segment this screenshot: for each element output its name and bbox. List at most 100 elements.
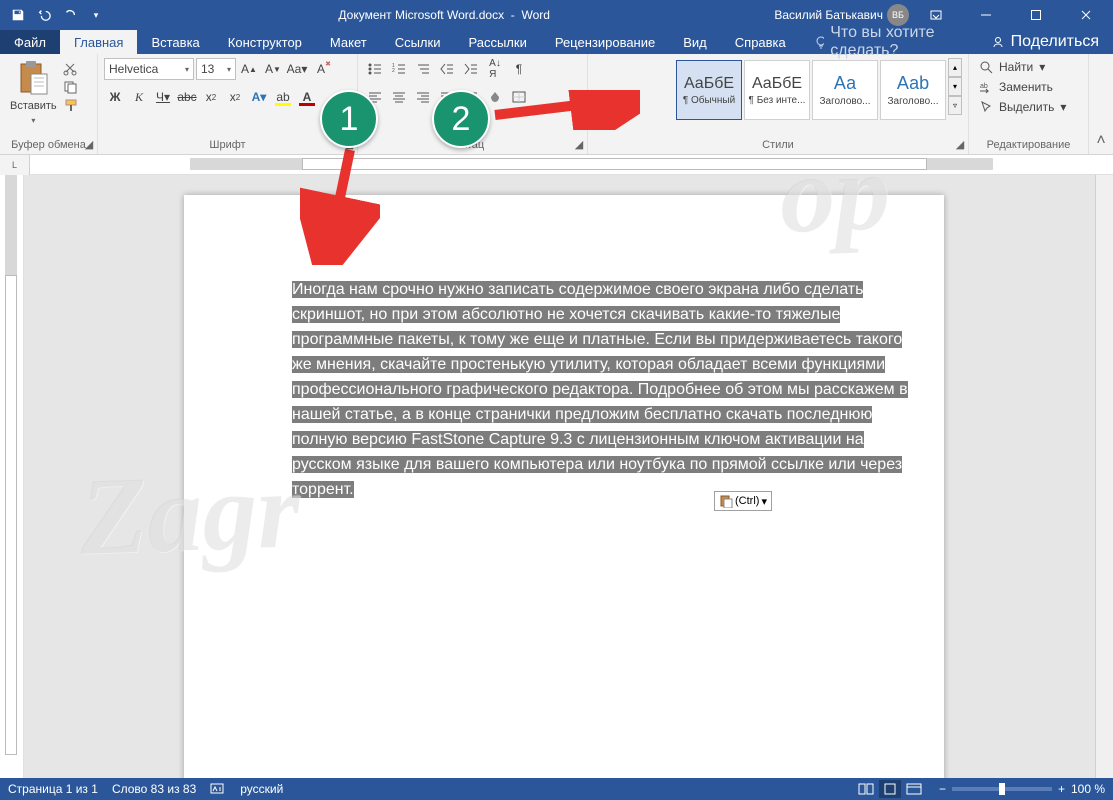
gallery-more-button[interactable]: ▿	[948, 96, 962, 115]
tab-help[interactable]: Справка	[721, 30, 800, 54]
align-center-button[interactable]	[388, 86, 410, 108]
maximize-button[interactable]	[1013, 0, 1059, 30]
superscript-button[interactable]: x2	[224, 86, 246, 108]
tab-insert[interactable]: Вставка	[137, 30, 213, 54]
ribbon-tabs: Файл Главная Вставка Конструктор Макет С…	[0, 30, 1113, 54]
highlight-button[interactable]: ab	[272, 86, 294, 108]
style-item[interactable]: АаБбЕ¶ Без инте...	[744, 60, 810, 120]
ruler-horizontal: L	[0, 155, 1113, 175]
italic-button[interactable]: К	[128, 86, 150, 108]
status-language[interactable]: русский	[240, 782, 283, 796]
numbering-button[interactable]: 12	[388, 58, 410, 80]
paste-options-flyout[interactable]: (Ctrl) ▾	[714, 491, 772, 511]
cut-button[interactable]	[63, 62, 81, 76]
status-page[interactable]: Страница 1 из 1	[8, 782, 98, 796]
gallery-down-button[interactable]: ▾	[948, 77, 962, 96]
font-color-button[interactable]: A	[296, 86, 318, 108]
select-button[interactable]: Выделить▾	[975, 98, 1070, 116]
close-button[interactable]	[1063, 0, 1109, 30]
style-item[interactable]: АаbЗаголово...	[880, 60, 946, 120]
print-layout-button[interactable]	[879, 780, 901, 798]
underline-button[interactable]: Ч▾	[152, 86, 174, 108]
scrollbar-vertical[interactable]	[1095, 175, 1113, 778]
svg-text:ab: ab	[980, 83, 988, 90]
styles-launcher[interactable]: ◢	[954, 138, 966, 150]
statusbar: Страница 1 из 1 Слово 83 из 83 русский −…	[0, 778, 1113, 800]
tab-review[interactable]: Рецензирование	[541, 30, 669, 54]
clear-format-button[interactable]: A✖	[310, 58, 332, 80]
clipboard-small-icon	[719, 494, 733, 508]
save-button[interactable]	[6, 3, 30, 27]
style-item[interactable]: АаБбЕ¶ Обычный	[676, 60, 742, 120]
qat-customize-icon[interactable]: ▾	[84, 3, 108, 27]
view-buttons	[855, 780, 925, 798]
selected-text[interactable]: Иногда нам срочно нужно записать содержи…	[292, 277, 926, 502]
annotation-arrow-1	[300, 145, 380, 265]
find-button[interactable]: Найти▾	[975, 58, 1070, 76]
share-icon	[991, 35, 1005, 49]
group-font: Helvetica▾ 13▾ A▲ A▼ Aa▾ A✖ Ж К Ч▾ abc x…	[98, 54, 358, 154]
tab-design[interactable]: Конструктор	[214, 30, 316, 54]
zoom-out-button[interactable]: −	[939, 782, 946, 796]
bullets-button[interactable]	[364, 58, 386, 80]
collapse-ribbon-button[interactable]: ˄	[1089, 54, 1113, 154]
tab-references[interactable]: Ссылки	[381, 30, 455, 54]
tab-view[interactable]: Вид	[669, 30, 721, 54]
increase-indent-button[interactable]	[460, 58, 482, 80]
zoom-level[interactable]: 100 %	[1071, 782, 1105, 796]
styles-gallery: АаБбЕ¶ ОбычныйАаБбЕ¶ Без инте...АаЗаголо…	[674, 58, 948, 122]
decrease-indent-button[interactable]	[436, 58, 458, 80]
tab-layout[interactable]: Макет	[316, 30, 381, 54]
annotation-badge-1: 1	[320, 90, 378, 148]
text-effects-button[interactable]: A▾	[248, 86, 270, 108]
status-words[interactable]: Слово 83 из 83	[112, 782, 196, 796]
share-button[interactable]: Поделиться	[977, 30, 1113, 54]
subscript-button[interactable]: x2	[200, 86, 222, 108]
strike-button[interactable]: abc	[176, 86, 198, 108]
redo-button[interactable]	[58, 3, 82, 27]
tab-selector[interactable]: L	[0, 155, 30, 175]
replace-icon: ab	[979, 80, 993, 94]
tell-me[interactable]: Что вы хотите сделать?	[800, 30, 977, 54]
minimize-button[interactable]	[963, 0, 1009, 30]
paste-button[interactable]: Вставить ▾	[6, 58, 61, 127]
user-avatar[interactable]: ВБ	[887, 4, 909, 26]
tab-mailings[interactable]: Рассылки	[454, 30, 540, 54]
lightbulb-icon	[814, 35, 824, 49]
change-case-button[interactable]: Aa▾	[286, 58, 308, 80]
cursor-icon	[979, 100, 993, 114]
shrink-font-button[interactable]: A▼	[262, 58, 284, 80]
format-painter-button[interactable]	[63, 98, 81, 112]
copy-button[interactable]	[63, 80, 81, 94]
zoom-slider[interactable]	[952, 787, 1052, 791]
font-size-combo[interactable]: 13▾	[196, 58, 236, 80]
document-workspace: Иногда нам срочно нужно записать содержи…	[0, 175, 1113, 778]
align-right-button[interactable]	[412, 86, 434, 108]
font-name-combo[interactable]: Helvetica▾	[104, 58, 194, 80]
annotation-arrow-2	[490, 90, 640, 130]
gallery-up-button[interactable]: ▴	[948, 58, 962, 77]
tab-home[interactable]: Главная	[60, 30, 137, 54]
document-canvas[interactable]: Иногда нам срочно нужно записать содержи…	[24, 175, 1095, 778]
read-mode-button[interactable]	[855, 780, 877, 798]
zoom-in-button[interactable]: +	[1058, 782, 1065, 796]
paragraph-launcher[interactable]: ◢	[573, 138, 585, 150]
style-item[interactable]: АаЗаголово...	[812, 60, 878, 120]
spellcheck-icon[interactable]	[210, 781, 226, 798]
clipboard-launcher[interactable]: ◢	[83, 138, 95, 150]
replace-button[interactable]: abЗаменить	[975, 78, 1070, 96]
web-layout-button[interactable]	[903, 780, 925, 798]
bold-button[interactable]: Ж	[104, 86, 126, 108]
user-name[interactable]: Василий Батькавич	[774, 8, 883, 22]
search-icon	[979, 60, 993, 74]
group-clipboard: Вставить ▾ Буфер обмена◢	[0, 54, 98, 154]
undo-button[interactable]	[32, 3, 56, 27]
show-marks-button[interactable]: ¶	[508, 58, 530, 80]
clipboard-icon	[17, 60, 49, 96]
grow-font-button[interactable]: A▲	[238, 58, 260, 80]
page: Иногда нам срочно нужно записать содержи…	[184, 195, 944, 778]
group-styles: АаБбЕ¶ ОбычныйАаБбЕ¶ Без инте...АаЗаголо…	[588, 54, 969, 154]
tab-file[interactable]: Файл	[0, 30, 60, 54]
multilevel-button[interactable]	[412, 58, 434, 80]
sort-button[interactable]: A↓Я	[484, 58, 506, 80]
